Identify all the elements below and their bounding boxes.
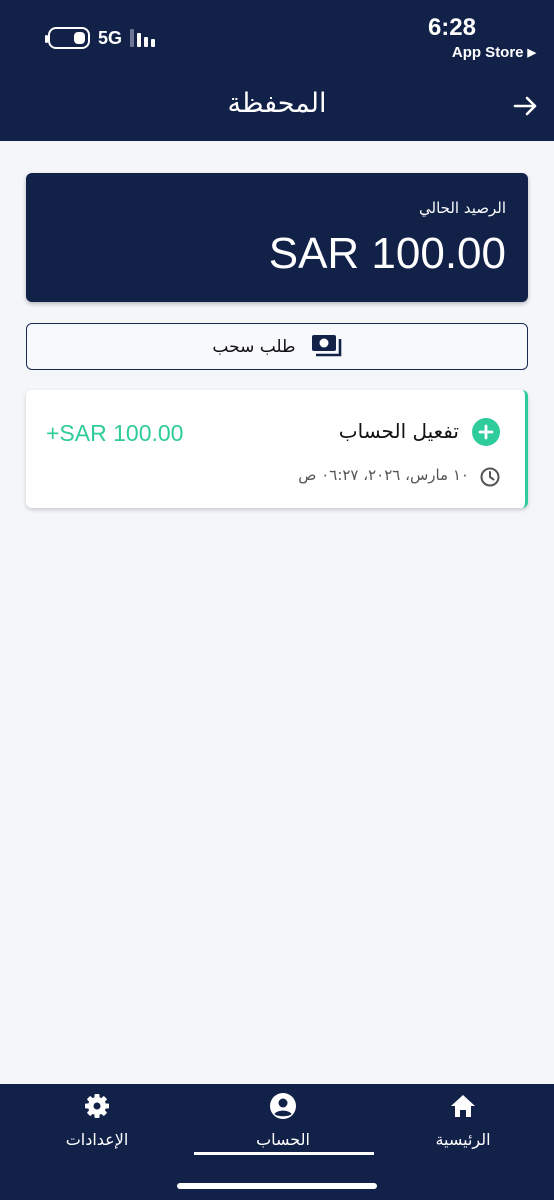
battery-icon <box>45 27 90 49</box>
transaction-date: ١٠ مارس، ٢٠٢٦، ٠٦:٢٧ ص <box>298 466 469 484</box>
status-time: 6:28 <box>427 14 476 41</box>
tab-settings-label: الإعدادات <box>65 1130 129 1149</box>
app-header: 5G 6:28 App Store ▶ المحفظة <box>0 0 554 141</box>
transaction-amount: +SAR 100.00 <box>46 420 184 446</box>
tab-settings[interactable]: الإعدادات <box>17 1090 177 1160</box>
play-icon: ▶ <box>527 47 536 59</box>
gear-icon <box>83 1092 111 1120</box>
back-to-app-link[interactable]: App Store ▶ <box>452 44 536 61</box>
signal-icon <box>130 29 156 47</box>
balance-card: الرصيد الحالي SAR 100.00 <box>26 173 528 302</box>
back-app-label: App Store <box>451 44 524 61</box>
clock-icon <box>479 466 501 488</box>
transaction-card[interactable]: تفعيل الحساب +SAR 100.00 ١٠ مارس، ٢٠٢٦، … <box>26 390 528 508</box>
balance-label: الرصيد الحالي <box>419 199 506 217</box>
page-title: المحفظة <box>227 88 327 119</box>
status-bar-left: 5G <box>45 26 156 50</box>
tab-account-label: الحساب <box>256 1130 310 1149</box>
balance-amount: SAR 100.00 <box>268 229 506 278</box>
active-tab-indicator <box>194 1152 374 1155</box>
plus-circle-icon <box>472 418 500 446</box>
arrow-right-icon[interactable] <box>510 92 542 120</box>
tab-account[interactable]: الحساب <box>203 1090 363 1160</box>
network-label: 5G <box>98 27 123 48</box>
tab-home[interactable]: الرئيسية <box>383 1090 543 1160</box>
home-indicator[interactable] <box>177 1183 377 1189</box>
account-circle-icon <box>269 1092 297 1120</box>
tab-home-label: الرئيسية <box>435 1130 491 1149</box>
withdraw-label: طلب سحب <box>212 336 296 357</box>
cash-icon <box>310 333 342 361</box>
transaction-title: تفعيل الحساب <box>338 419 459 443</box>
withdraw-request-button[interactable]: طلب سحب <box>26 323 528 370</box>
home-icon <box>449 1092 477 1120</box>
